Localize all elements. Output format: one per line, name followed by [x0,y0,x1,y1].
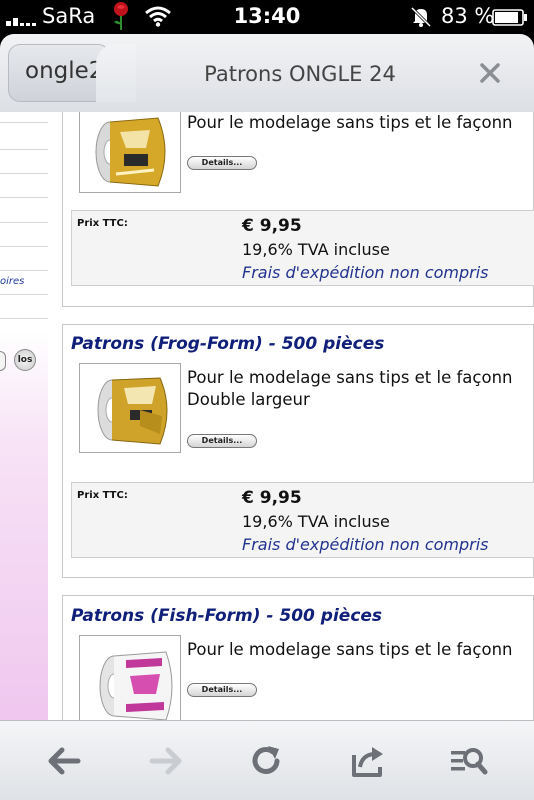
divider [0,122,48,123]
active-tab-edge [96,44,136,102]
sidebar-input[interactable] [0,351,6,371]
web-page[interactable]: oires los Pour le modelage sans tips et … [0,112,534,720]
product-image[interactable] [79,635,181,720]
product-card: Patrons (Frog-Form) - 500 pièces Pour le… [62,324,534,578]
price-value: € 9,95 [242,488,302,508]
divider [0,173,48,174]
product-card: Patrons (Fish-Form) - 500 pièces Pour le… [62,595,534,720]
divider [0,222,48,223]
product-title[interactable]: Patrons (Frog-Form) - 500 pièces [71,334,384,354]
product-description-line2: Double largeur [187,390,310,409]
back-arrow-icon[interactable] [44,741,84,781]
price-box: Prix TTC: € 9,95 19,6% TVA incluse Frais… [71,210,534,286]
gold-nail-form-roll-image [80,364,180,452]
product-image[interactable] [79,112,181,193]
sidebar-go-button[interactable]: los [14,349,36,371]
price-label: Prix TTC: [77,218,128,229]
shipping-text: Frais d'expédition non compris [242,263,489,282]
reader-search-icon[interactable] [448,741,488,781]
product-image[interactable] [79,363,181,453]
mute-bell-icon [410,6,432,28]
divider [0,294,48,295]
reload-icon[interactable] [246,741,286,781]
vat-text: 19,6% TVA incluse [242,512,390,531]
divider [0,246,48,247]
product-title[interactable]: Patrons (Fish-Form) - 500 pièces [71,606,382,626]
divider [0,270,48,271]
gold-nail-form-roll-image [80,112,180,192]
browser-toolbar [0,720,534,800]
share-icon[interactable] [348,741,388,781]
sidebar-menu: oires los [0,112,48,720]
details-button[interactable]: Details... [187,156,257,170]
product-card: Pour le modelage sans tips et le façonn … [62,112,534,307]
forward-arrow-icon[interactable] [146,741,186,781]
battery-percent: 83 % [441,4,495,28]
product-description: Pour le modelage sans tips et le façonn [187,113,513,132]
vat-text: 19,6% TVA incluse [242,240,390,259]
shipping-text: Frais d'expédition non compris [242,535,489,554]
price-box: Prix TTC: € 9,95 19,6% TVA incluse Frais… [71,482,534,558]
pink-nail-form-roll-image [80,636,180,720]
product-description: Pour le modelage sans tips et le façonn [187,368,513,387]
price-value: € 9,95 [242,216,302,236]
close-icon[interactable] [478,61,502,85]
active-tab-title[interactable]: Patrons ONGLE 24 [140,62,460,86]
product-description: Pour le modelage sans tips et le façonn [187,640,513,659]
details-button[interactable]: Details... [187,434,257,448]
tab-header: ongle24 Patrons ONGLE 24 [0,34,534,112]
divider [0,318,48,319]
battery-icon [492,9,527,26]
tab-ongle24[interactable]: ongle24 [8,44,110,102]
status-bar: SaRa 13:40 83 % [0,0,534,34]
divider [0,149,48,150]
sidebar-link[interactable]: oires [0,276,24,287]
price-label: Prix TTC: [77,490,128,501]
details-button[interactable]: Details... [187,683,257,697]
divider [0,197,48,198]
